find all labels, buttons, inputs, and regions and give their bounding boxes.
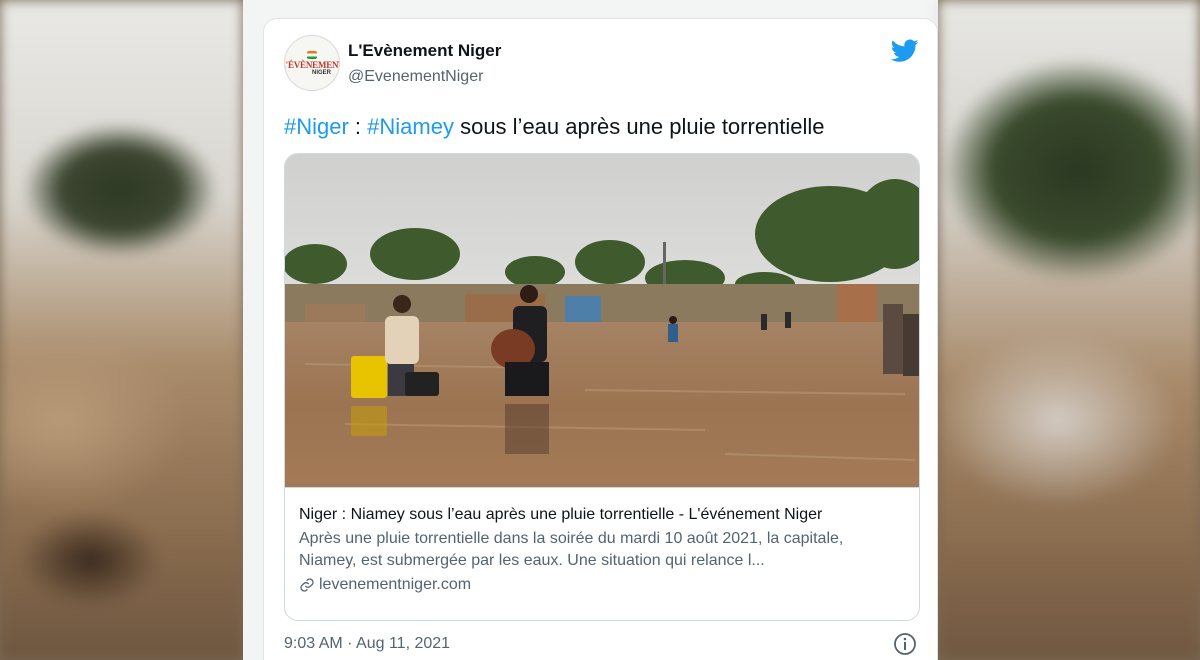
blurred-background-left [0, 0, 243, 660]
link-preview-body: Niger : Niamey sous l’eau après une plui… [285, 487, 919, 620]
avatar-logo-line2: NIGER [311, 69, 331, 76]
tweet-card: L'ÉVÈNEMENT NIGER L'Evènement Niger @Eve… [263, 18, 938, 660]
tweet-text-separator: : [348, 114, 368, 139]
display-name[interactable]: L'Evènement Niger [348, 41, 501, 61]
tweet-text: #Niger : #Niamey sous l’eau après une pl… [284, 113, 924, 141]
link-preview-title: Niger : Niamey sous l’eau après une plui… [299, 506, 823, 523]
avatar-logo-line1: L'ÉVÈNEMENT [285, 59, 339, 70]
blurred-background-right [938, 0, 1200, 660]
hashtag-niger[interactable]: #Niger [284, 114, 349, 139]
link-preview-domain: levenementniger.com [319, 576, 472, 593]
link-preview-card[interactable]: Niger : Niamey sous l’eau après une plui… [284, 153, 920, 621]
link-preview-description: Après une pluie torrentielle dans la soi… [299, 530, 844, 569]
niger-flag-icon [307, 50, 317, 59]
tweet-text-body: sous l’eau après une pluie torrentielle [453, 114, 825, 139]
user-handle[interactable]: @EvenementNiger [348, 68, 483, 86]
link-preview-domain-row: levenementniger.com [299, 576, 907, 594]
flood-photo [285, 154, 919, 487]
twitter-bird-icon[interactable] [891, 39, 919, 63]
info-icon[interactable] [893, 632, 917, 656]
tweet-timestamp[interactable]: 9:03 AM · Aug 11, 2021 [284, 635, 450, 653]
link-icon [300, 578, 314, 592]
avatar[interactable]: L'ÉVÈNEMENT NIGER [284, 35, 340, 91]
hashtag-niamey[interactable]: #Niamey [367, 114, 454, 139]
